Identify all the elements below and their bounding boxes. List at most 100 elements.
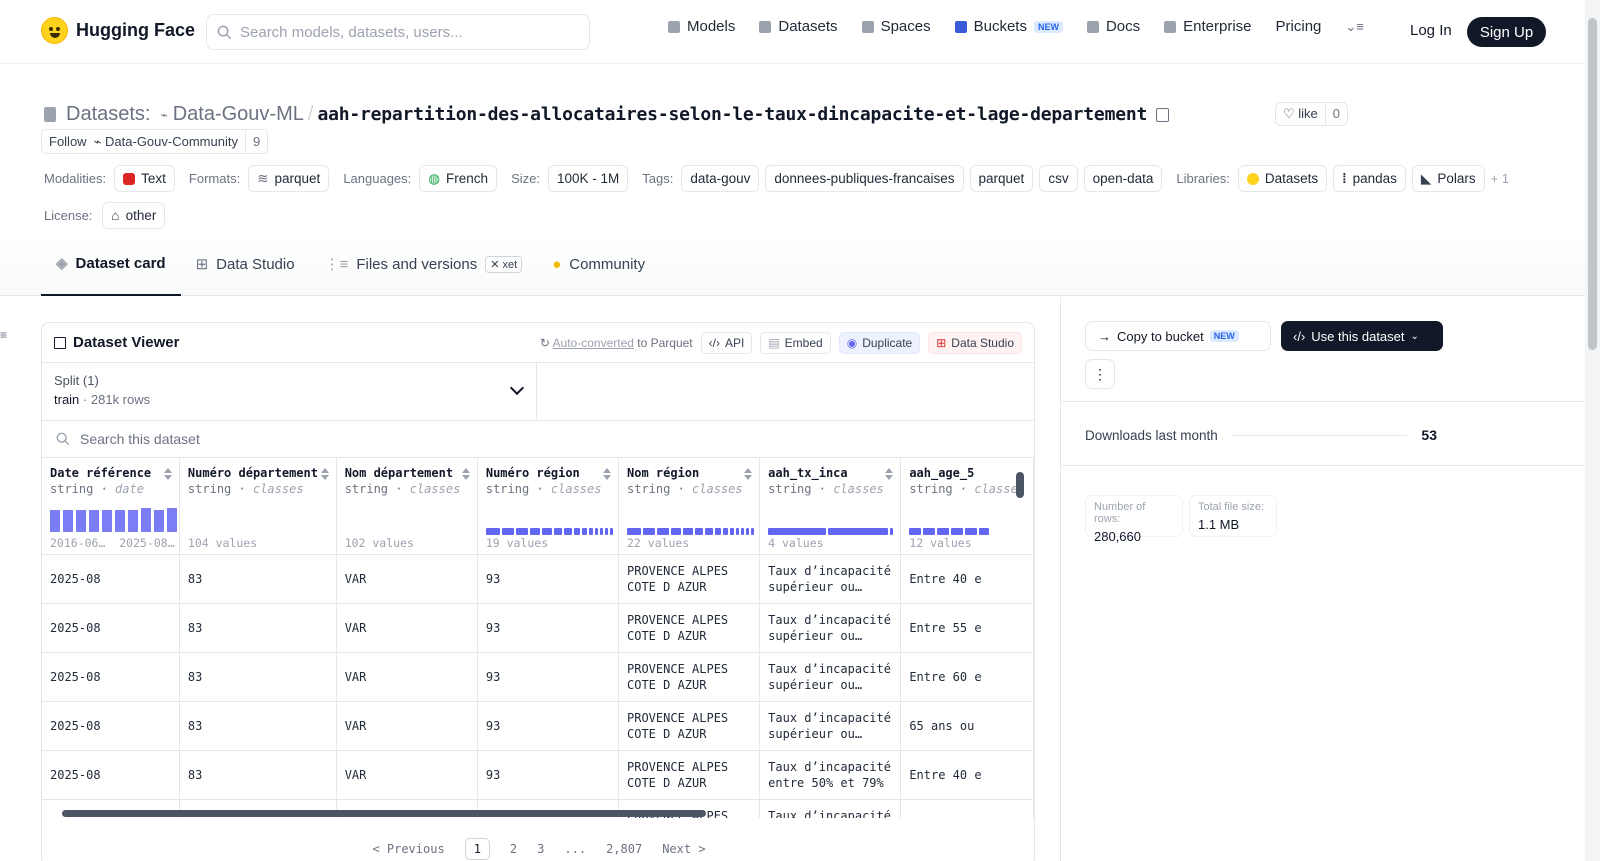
code-icon: ‹/› (708, 335, 720, 350)
table-cell: 93 (477, 750, 620, 800)
auto-converted-link[interactable]: Auto-converted (553, 336, 634, 350)
sort-icon[interactable] (163, 468, 172, 480)
tag-library-pandas[interactable]: ⁞ pandas (1333, 165, 1406, 192)
class-distribution-bar (909, 528, 990, 535)
table-vertical-scrollbar[interactable] (1016, 458, 1024, 808)
tag-item[interactable]: data-gouv (681, 165, 760, 192)
column-header[interactable]: aah_age_5 string · classes 12 values (900, 458, 1034, 555)
tag-item[interactable]: open-data (1083, 165, 1163, 192)
page-link[interactable]: 2 (510, 842, 517, 856)
page-link-last[interactable]: 2,807 (606, 842, 642, 856)
sidebar-toggle-icon[interactable]: ≡ (0, 328, 7, 342)
table-row[interactable]: 2025-08 83 VAR 93 PROVENCE ALPES COTE D … (42, 750, 1034, 800)
table-row[interactable]: 2025-08 83 VAR 93 PROVENCE ALPES COTE D … (42, 652, 1034, 702)
datasets-prefix[interactable]: Datasets: (66, 103, 150, 126)
like-button[interactable]: ♡ like 0 (1275, 102, 1349, 126)
table-cell: 83 (179, 701, 337, 751)
org-link[interactable]: Data-Gouv-ML (173, 103, 304, 126)
embed-button[interactable]: ▤ Embed (760, 331, 831, 354)
login-link[interactable]: Log In (1410, 22, 1452, 39)
nav-docs[interactable]: Docs (1086, 18, 1141, 35)
global-search[interactable] (206, 14, 590, 50)
nav-buckets[interactable]: Buckets NEW (954, 18, 1063, 35)
table-cell: 65 ans ou (900, 701, 1034, 751)
table-row[interactable]: 2025-08 83 VAR 93 PROVENCE ALPES COTE D … (42, 554, 1034, 604)
sort-icon[interactable] (461, 468, 470, 480)
class-distribution-bar (627, 528, 754, 535)
use-this-dataset-button[interactable]: ‹/› Use this dataset ⌄ (1281, 321, 1443, 351)
nav-spaces[interactable]: Spaces (861, 18, 931, 35)
table-cell: Taux d’incapacité supérieur ou égal… (759, 554, 902, 604)
search-icon (217, 25, 232, 39)
nav-models[interactable]: Models (668, 18, 735, 35)
sort-icon[interactable] (744, 468, 753, 480)
tag-library-datasets[interactable]: Datasets (1237, 165, 1328, 192)
tag-size[interactable]: 100K - 1M (547, 165, 629, 192)
data-studio-button[interactable]: ⊞ Data Studio (928, 331, 1022, 354)
brand-logo[interactable]: Hugging Face (41, 17, 195, 44)
table-row[interactable]: 2025-08 83 VAR 93 PROVENCE ALPES COTE D … (42, 701, 1034, 751)
column-header[interactable]: Date référence string · date 2016-06… 20… (42, 458, 180, 555)
nav-docs-label: Docs (1105, 18, 1141, 35)
tab-dataset-card[interactable]: ◈ Dataset card (41, 232, 181, 296)
dataset-search[interactable] (42, 421, 1034, 458)
api-button[interactable]: ‹/› API (700, 331, 753, 354)
nav-more[interactable]: ⌄≡ (1345, 19, 1363, 35)
previous-page-link[interactable]: < Previous (372, 842, 444, 856)
tag-language-french[interactable]: ◍ French (419, 165, 498, 192)
sort-icon[interactable] (603, 468, 611, 480)
page-link-current[interactable]: 1 (464, 838, 490, 860)
sort-icon[interactable] (885, 468, 894, 480)
tag-format-parquet[interactable]: ≋ parquet (248, 165, 330, 192)
dataset-name[interactable]: aah-repartition-des-allocataires-selon-l… (317, 104, 1147, 125)
copy-to-bucket-button[interactable]: → Copy to bucket NEW (1085, 321, 1271, 351)
size-stat: Total file size: 1.1 MB (1189, 495, 1277, 537)
duplicate-button[interactable]: ◉ Duplicate (838, 331, 921, 354)
column-footer: 104 values (187, 535, 258, 550)
table-row[interactable]: 2025-08 83 VAR 93 PROVENCE ALPES COTE D … (42, 603, 1034, 653)
dataset-search-input[interactable] (80, 431, 480, 447)
tag-item[interactable]: donnees-publiques-francaises (765, 165, 964, 192)
column-header[interactable]: Numéro région string · classes 19 values (477, 458, 620, 555)
table-horizontal-scrollbar[interactable] (48, 808, 998, 818)
column-header[interactable]: Nom région string · classes 22 values (618, 458, 761, 555)
follow-button[interactable]: Follow ⌁ Data-Gouv-Community 9 (41, 129, 269, 154)
copy-icon[interactable] (1156, 107, 1170, 122)
page-link[interactable]: 3 (537, 842, 544, 856)
more-options-button[interactable]: ⋮ (1085, 359, 1115, 389)
tab-data-studio[interactable]: ⊞ Data Studio (181, 232, 310, 296)
tab-files-and-versions[interactable]: ⋮≡ Files and versions ✕ xet (310, 232, 538, 296)
tag-license[interactable]: ⌂ other (102, 202, 166, 229)
global-search-input[interactable] (240, 23, 560, 41)
table-cell: VAR (336, 701, 478, 751)
table-cell: 2025-08 (42, 554, 180, 604)
column-header[interactable]: aah_tx_inca string · classes 4 values (759, 458, 902, 555)
signup-button[interactable]: Sign Up (1467, 17, 1546, 47)
tab-community[interactable]: ● Community (537, 232, 660, 296)
column-header[interactable]: Numéro département string · classes 104 … (179, 458, 337, 555)
nav-enterprise[interactable]: Enterprise (1164, 18, 1252, 35)
data-table: Date référence string · date 2016-06… 20… (42, 458, 1034, 818)
downloads-label: Downloads last month (1085, 427, 1218, 443)
nav-pricing[interactable]: Pricing (1276, 18, 1322, 35)
new-badge: NEW (1033, 20, 1063, 33)
libraries-more[interactable]: + 1 (1491, 171, 1509, 186)
tag-item[interactable]: parquet (969, 165, 1034, 192)
column-header[interactable]: Nom département string · classes 102 val… (336, 458, 478, 555)
column-footer: 22 values (627, 535, 690, 550)
split-selector[interactable]: Split (1) train · 281k rows (42, 363, 537, 420)
page-scrollbar[interactable] (1585, 0, 1600, 861)
text-icon (123, 172, 136, 185)
search-icon (56, 432, 70, 446)
parquet-icon: ≋ (257, 170, 269, 186)
cube-icon (668, 20, 680, 33)
tag-modality-text[interactable]: Text (114, 165, 175, 192)
sort-icon[interactable] (320, 468, 329, 480)
next-page-link[interactable]: Next > (662, 842, 705, 856)
divider (1061, 401, 1586, 402)
nav-datasets[interactable]: Datasets (759, 18, 838, 35)
table-cell: 83 (179, 603, 337, 653)
tag-item[interactable]: csv (1039, 165, 1078, 192)
files-icon: ⋮≡ (324, 256, 349, 273)
tag-library-polars[interactable]: ◣ Polars (1411, 165, 1485, 192)
